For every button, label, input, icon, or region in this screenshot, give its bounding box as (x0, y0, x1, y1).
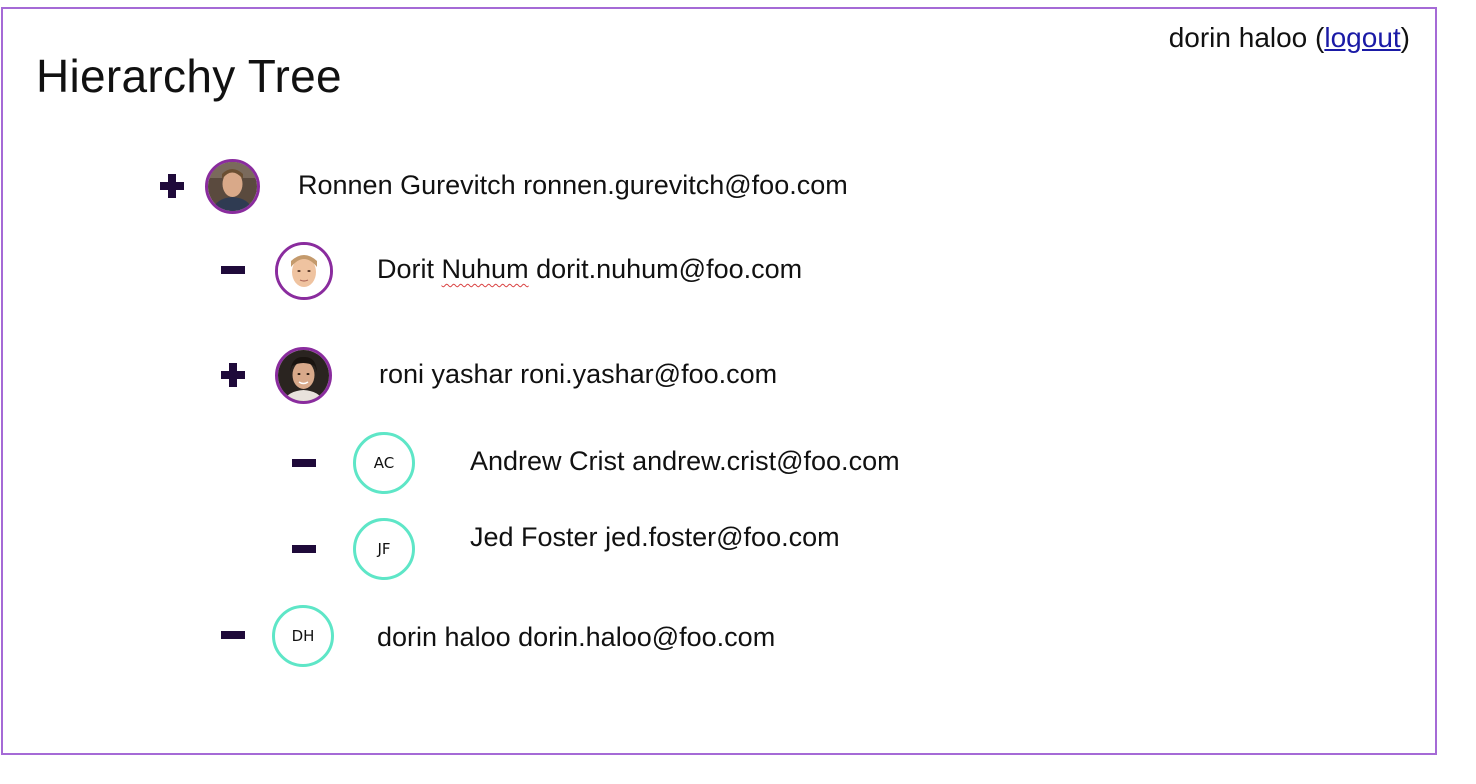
employee-email: ronnen.gurevitch@foo.com (523, 170, 848, 200)
collapse-minus-icon[interactable] (290, 535, 318, 563)
tree-node-roni-yashar: roni yashar roni.yashar@foo.com (0, 344, 1000, 408)
node-label: Jed Foster jed.foster@foo.com (470, 520, 840, 554)
avatar-photo (205, 159, 260, 214)
node-label: Andrew Crist andrew.crist@foo.com (470, 444, 900, 478)
avatar-initials: DH (272, 605, 334, 667)
tree-node-andrew-crist: AC Andrew Crist andrew.crist@foo.com (0, 430, 1000, 494)
avatar-initials: AC (353, 432, 415, 494)
employee-email: dorin.haloo@foo.com (518, 622, 776, 652)
node-label: dorin haloo dorin.haloo@foo.com (377, 620, 775, 654)
avatar-photo (275, 347, 332, 404)
tree-node-jed-foster: JF Jed Foster jed.foster@foo.com (0, 517, 1000, 581)
employee-email: jed.foster@foo.com (605, 522, 840, 552)
employee-email: roni.yashar@foo.com (520, 359, 778, 389)
employee-name: Jed Foster (470, 522, 598, 552)
avatar-initials: JF (353, 518, 415, 580)
expand-plus-icon[interactable] (219, 361, 247, 389)
collapse-minus-icon[interactable] (219, 621, 247, 649)
logout-link[interactable]: logout (1324, 22, 1400, 53)
employee-last-name: Nuhum (441, 254, 529, 284)
employee-email: dorit.nuhum@foo.com (536, 254, 803, 284)
collapse-minus-icon[interactable] (219, 256, 247, 284)
user-info: dorin haloo (logout) (1169, 20, 1410, 56)
employee-name: Ronnen Gurevitch (298, 170, 516, 200)
employee-email: andrew.crist@foo.com (632, 446, 900, 476)
employee-name: Andrew Crist (470, 446, 625, 476)
tree-node-dorit-nuhum: Dorit Nuhum dorit.nuhum@foo.com (0, 240, 1000, 304)
node-label: roni yashar roni.yashar@foo.com (379, 357, 777, 391)
close-paren: ) (1400, 22, 1410, 53)
node-label: Dorit Nuhum dorit.nuhum@foo.com (377, 252, 802, 286)
current-user-name: dorin haloo (1168, 22, 1308, 53)
expand-plus-icon[interactable] (158, 172, 186, 200)
tree-node-dorin-haloo: DH dorin haloo dorin.haloo@foo.com (0, 604, 1000, 668)
collapse-minus-icon[interactable] (290, 449, 318, 477)
page-title: Hierarchy Tree (36, 50, 342, 102)
avatar-photo (275, 242, 333, 300)
node-label: Ronnen Gurevitch ronnen.gurevitch@foo.co… (298, 168, 848, 202)
employee-first-name: Dorit (377, 254, 435, 284)
tree-node-ronnen-gurevitch: Ronnen Gurevitch ronnen.gurevitch@foo.co… (0, 152, 1000, 216)
employee-name: roni yashar (379, 359, 513, 389)
employee-name: dorin haloo (377, 622, 511, 652)
open-paren: ( (1315, 22, 1325, 53)
